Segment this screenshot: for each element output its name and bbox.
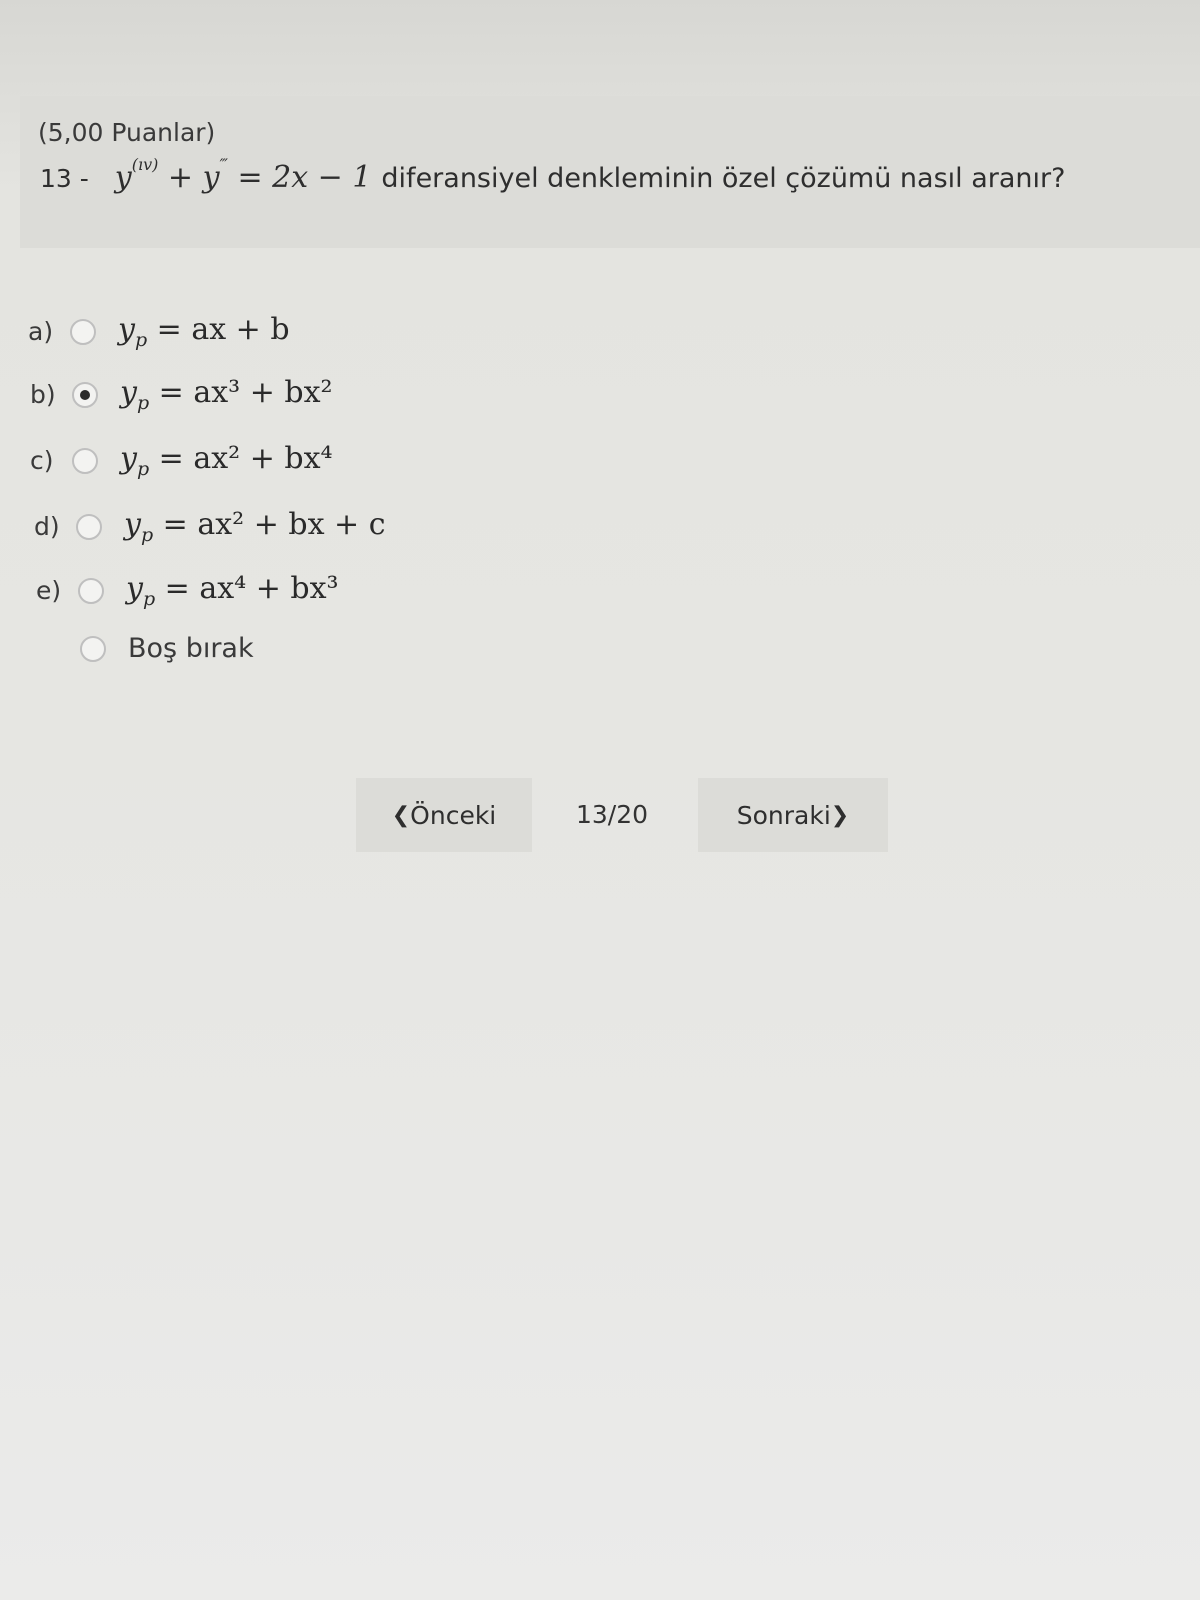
equation-term1-base: y <box>114 160 132 195</box>
option-a-formula: yp = ax + b <box>118 312 290 351</box>
equation-term2-base: y <box>202 160 220 195</box>
chevron-right-icon: ❯ <box>830 802 850 828</box>
option-c-radio[interactable] <box>72 447 98 474</box>
question-points: (5,00 Puanlar) <box>38 118 216 147</box>
option-skip-radio[interactable] <box>80 635 106 662</box>
option-b[interactable]: b) yp = ax³ + bx² <box>30 375 333 414</box>
option-skip[interactable]: Boş bırak <box>80 633 254 664</box>
equation-rhs: = 2x − 1 <box>237 160 372 195</box>
option-letter: d) <box>34 512 60 541</box>
previous-button-label: Önceki <box>410 800 497 830</box>
option-e-formula: yp = ax⁴ + bx³ <box>126 571 339 610</box>
question-number: 13 - <box>40 164 89 193</box>
previous-button[interactable]: ❮ Önceki <box>356 778 532 852</box>
option-skip-label: Boş bırak <box>128 633 254 664</box>
question-text-line: 13 - y(ıv) + y‴ = 2x − 1 diferansiyel de… <box>40 155 1066 195</box>
option-letter: a) <box>28 317 54 346</box>
option-d-formula: yp = ax² + bx + c <box>124 507 386 546</box>
option-b-formula: yp = ax³ + bx² <box>120 375 333 414</box>
option-a[interactable]: a) yp = ax + b <box>28 312 290 351</box>
next-button[interactable]: Sonraki ❯ <box>698 778 888 852</box>
option-letter: e) <box>36 576 62 605</box>
question-text: diferansiyel denkleminin özel çözümü nas… <box>381 163 1066 194</box>
option-d[interactable]: d) yp = ax² + bx + c <box>34 507 386 546</box>
question-equation: y(ıv) + y‴ = 2x − 1 <box>114 155 372 195</box>
equation-term1-order: (ıv) <box>131 155 159 174</box>
option-e-radio[interactable] <box>78 577 104 604</box>
quiz-page: (5,00 Puanlar) 13 - y(ıv) + y‴ = 2x − 1 … <box>0 0 1200 1600</box>
option-a-radio[interactable] <box>70 318 96 345</box>
option-e[interactable]: e) yp = ax⁴ + bx³ <box>36 571 339 610</box>
option-b-radio[interactable] <box>72 381 98 408</box>
equation-term2-order: ‴ <box>219 155 228 174</box>
option-c-formula: yp = ax² + bx⁴ <box>120 441 333 480</box>
option-letter: b) <box>30 380 56 409</box>
next-button-label: Sonraki <box>736 800 831 830</box>
chevron-left-icon: ❮ <box>391 802 411 828</box>
option-letter: c) <box>30 446 54 475</box>
page-indicator: 13/20 <box>576 800 649 829</box>
equation-plus: + <box>167 160 194 195</box>
option-d-radio[interactable] <box>76 513 102 540</box>
option-c[interactable]: c) yp = ax² + bx⁴ <box>30 441 333 480</box>
